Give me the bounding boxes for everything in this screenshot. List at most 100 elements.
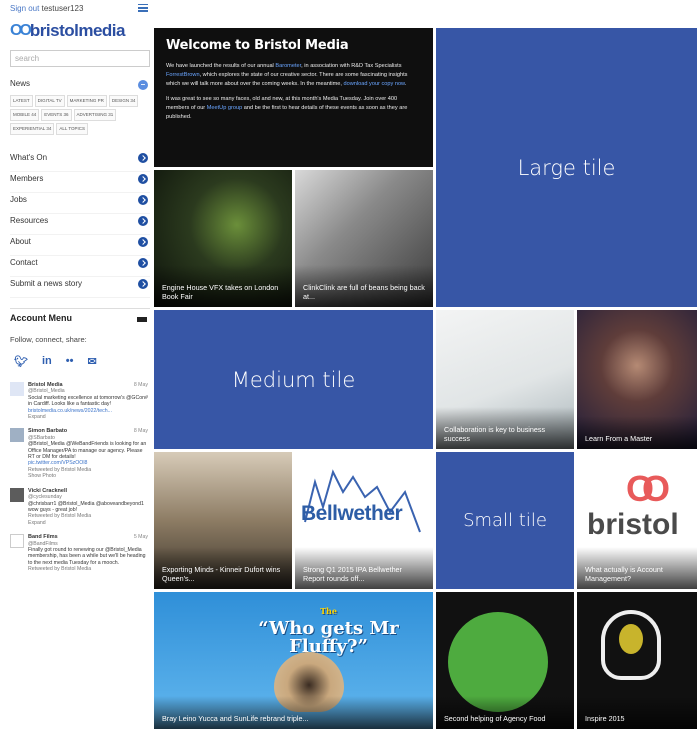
welcome-tile: Welcome to Bristol Media We have launche… xyxy=(154,28,433,167)
sidebar-item-whats-on[interactable]: What's On xyxy=(10,151,150,172)
tweet-author[interactable]: Bristol Media xyxy=(28,382,63,388)
mr-fluffy-headline: The “Who gets Mr Fluffy?” xyxy=(258,606,399,657)
tweet-author[interactable]: Band Films xyxy=(28,534,58,540)
arrow-right-icon xyxy=(138,216,148,226)
tile-caption: What actually is Account Management? xyxy=(577,547,697,589)
avatar[interactable] xyxy=(10,534,24,549)
hamburger-menu-icon[interactable] xyxy=(138,4,148,12)
news-tile-account-management[interactable]: OO bristol What actually is Account Mana… xyxy=(577,452,697,589)
news-tag[interactable]: ALL TOPICS xyxy=(56,123,89,135)
sidebar-item-submit-news[interactable]: Submit a news story xyxy=(10,277,150,298)
tweet-author[interactable]: Vicki Cracknell xyxy=(28,488,67,494)
bellwether-logo-text: Bellwether xyxy=(301,502,403,525)
arrow-right-icon xyxy=(138,174,148,184)
news-tile-exporting-minds[interactable]: Exporting Minds - Kinneir Dufort wins Qu… xyxy=(154,452,292,589)
tile-caption: Bray Leino Yucca and SunLife rebrand tri… xyxy=(154,696,433,729)
barometer-link[interactable]: Barometer xyxy=(275,63,301,69)
arrow-right-icon xyxy=(138,237,148,247)
avatar[interactable] xyxy=(10,382,24,396)
avatar[interactable] xyxy=(10,487,24,502)
user-bar: Sign out testuser123 xyxy=(10,4,150,18)
small-tile-label: Small tile xyxy=(463,510,547,531)
sidebar-item-label: Resources xyxy=(10,216,49,225)
sidebar-item-members[interactable]: Members xyxy=(10,172,150,193)
meetup-link[interactable]: MeetUp group xyxy=(207,105,242,111)
flickr-icon[interactable]: •• xyxy=(66,355,74,367)
tweet-expand[interactable]: Expand xyxy=(28,414,150,420)
tweet-author[interactable]: Simon Barbato xyxy=(28,428,67,434)
tweet-text: @Bristol_Media @WeBandFriends is looking… xyxy=(28,441,147,461)
username: testuser123 xyxy=(41,4,84,13)
welcome-title: Welcome to Bristol Media xyxy=(166,38,349,53)
avatar[interactable] xyxy=(10,428,24,443)
site-logo[interactable]: OO bristolmedia xyxy=(10,18,150,44)
news-tag[interactable]: EXPERIENTIAL 34 xyxy=(10,123,55,135)
news-tile-agency-food[interactable]: Second helping of Agency Food xyxy=(436,592,574,729)
news-tag[interactable]: LATEST xyxy=(10,95,33,107)
twitter-feed: 8 May Bristol Media @Bristol_Media Socia… xyxy=(10,382,150,573)
welcome-paragraph-1: We have launched the results of our annu… xyxy=(166,63,408,87)
news-tile-clinkclink[interactable]: ClinkClink are full of beans being back … xyxy=(295,170,433,307)
account-menu-title: Account Menu xyxy=(10,313,72,323)
lightbulb-image xyxy=(601,610,661,680)
news-tag[interactable]: DIGITAL TV xyxy=(34,95,65,107)
sidebar-item-label: About xyxy=(10,237,31,246)
news-tag[interactable]: MOBILE 44 xyxy=(10,109,40,121)
arrow-right-icon xyxy=(138,279,148,289)
arrow-right-icon xyxy=(138,258,148,268)
tweet: 8 May Bristol Media @Bristol_Media Socia… xyxy=(10,382,150,420)
large-tile-label: Large tile xyxy=(517,155,616,180)
news-section-heading: News – xyxy=(10,79,150,93)
sidebar-item-label: What's On xyxy=(10,153,48,162)
line-graph-image xyxy=(304,469,421,533)
tile-caption: Learn From a Master xyxy=(577,416,697,449)
news-tile-bellwether[interactable]: Bellwether Strong Q1 2015 IPA Bellwether… xyxy=(295,452,433,589)
tweet-date: 5 May xyxy=(133,534,148,541)
email-icon[interactable]: ✉︎ xyxy=(87,355,96,368)
sign-out-link[interactable]: Sign out xyxy=(10,4,39,13)
news-tile-collaboration[interactable]: Collaboration is key to business success xyxy=(436,310,574,449)
sidebar-item-about[interactable]: About xyxy=(10,235,150,256)
large-tile-placeholder: Large tile xyxy=(436,28,697,307)
twitter-icon[interactable]: 🐦︎ xyxy=(14,355,28,368)
account-menu-heading[interactable]: Account Menu xyxy=(10,308,150,325)
tile-caption: Inspire 2015 xyxy=(577,696,697,729)
sidebar-item-label: Members xyxy=(10,174,44,183)
sidebar-item-contact[interactable]: Contact xyxy=(10,256,150,277)
news-expand-icon[interactable]: – xyxy=(138,80,148,90)
follow-label: Follow, connect, share: xyxy=(10,335,87,344)
tweet-expand[interactable]: Expand xyxy=(28,520,150,526)
news-tag-list: LATEST DIGITAL TV MARKETING PR DESIGN 34… xyxy=(10,95,150,135)
news-tag[interactable]: ADVERTISING 31 xyxy=(73,109,117,121)
news-heading-label: News xyxy=(10,79,31,88)
welcome-paragraph-2: It was great to see so many faces, old a… xyxy=(166,96,408,120)
tile-caption: ClinkClink are full of beans being back … xyxy=(295,265,433,307)
linkedin-icon[interactable]: in xyxy=(42,355,52,367)
news-tile-inspire[interactable]: Inspire 2015 xyxy=(577,592,697,729)
sidebar-item-label: Contact xyxy=(10,258,38,267)
news-tag[interactable]: DESIGN 34 xyxy=(108,95,139,107)
forrestbrown-link[interactable]: ForrestBrown xyxy=(166,72,200,78)
news-tag[interactable]: MARKETING PR xyxy=(66,95,107,107)
news-tile-engine-house[interactable]: Engine House VFX takes on London Book Fa… xyxy=(154,170,292,307)
news-tag[interactable]: EVENTS 36 xyxy=(41,109,72,121)
collapse-icon[interactable] xyxy=(137,317,147,322)
tweet: 5 May Band Films @BandFilms Finally got … xyxy=(10,534,150,572)
tile-caption: Engine House VFX takes on London Book Fa… xyxy=(154,265,292,307)
arrow-right-icon xyxy=(138,153,148,163)
tweet-date: 8 May xyxy=(133,382,148,388)
tile-caption: Exporting Minds - Kinneir Dufort wins Qu… xyxy=(154,547,292,589)
sidebar-item-jobs[interactable]: Jobs xyxy=(10,193,150,214)
site-logo-text: bristolmedia xyxy=(29,21,126,40)
sidebar-item-resources[interactable]: Resources xyxy=(10,214,150,235)
tweet-retweeted: Retweeted by Bristol Media xyxy=(28,566,92,573)
tweet-show-photo[interactable]: Show Photo xyxy=(28,473,150,479)
download-link[interactable]: download your copy now xyxy=(344,81,405,87)
tweet: 8 May Simon Barbato @SBarbato @Bristol_M… xyxy=(10,428,150,479)
tweet-text: Social marketing excellence at tomorrow'… xyxy=(28,394,148,408)
medium-tile-placeholder: Medium tile xyxy=(154,310,433,449)
news-tile-learn-master[interactable]: Learn From a Master xyxy=(577,310,697,449)
tweet-text: Finally got round to renewing our @Brist… xyxy=(28,546,146,566)
search-input[interactable]: search xyxy=(10,50,150,67)
news-tile-bray-leino[interactable]: The “Who gets Mr Fluffy?” Bray Leino Yuc… xyxy=(154,592,433,729)
